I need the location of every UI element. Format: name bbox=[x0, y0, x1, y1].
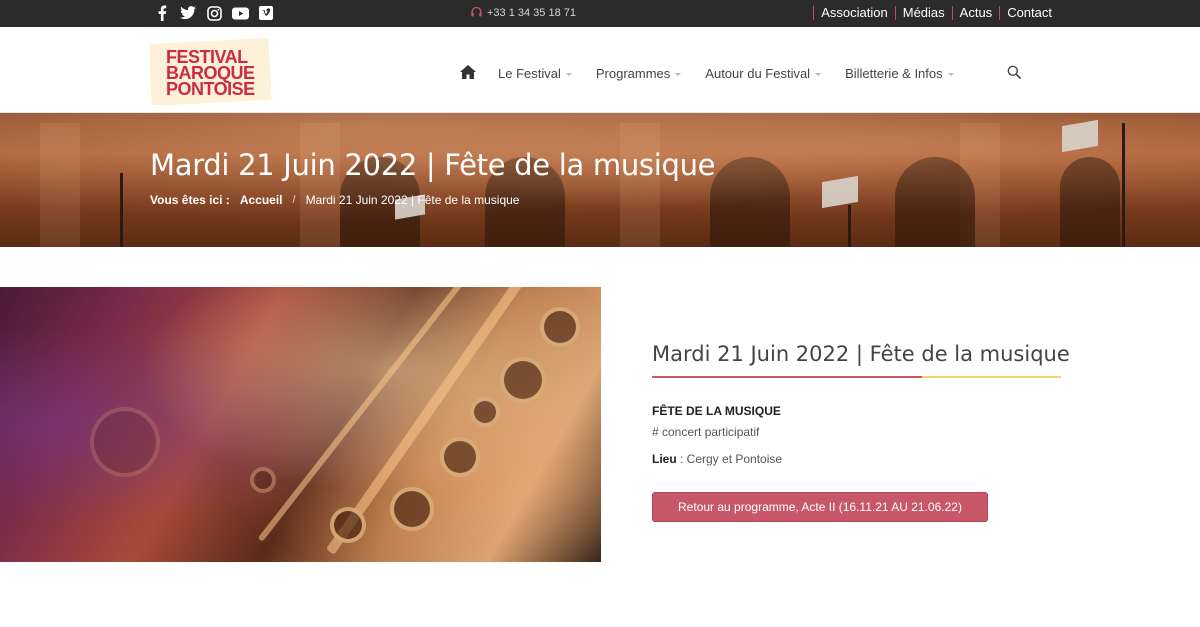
nav-autour-du-festival[interactable]: Autour du Festival bbox=[705, 66, 822, 81]
instagram-icon[interactable] bbox=[205, 4, 223, 22]
chevron-down-icon bbox=[947, 72, 954, 76]
event-place-label: Lieu bbox=[652, 452, 677, 466]
facebook-icon[interactable] bbox=[153, 4, 171, 22]
youtube-icon[interactable] bbox=[231, 4, 249, 22]
chevron-down-icon bbox=[675, 72, 682, 76]
top-links: Association Médias Actus Contact bbox=[806, 5, 1052, 20]
event-heading: FÊTE DE LA MUSIQUE bbox=[652, 404, 781, 418]
search-icon[interactable] bbox=[1007, 65, 1023, 81]
breadcrumb: Vous êtes ici : Accueil / Mardi 21 Juin … bbox=[150, 193, 519, 207]
breadcrumb-label: Vous êtes ici : bbox=[150, 193, 230, 207]
home-icon[interactable] bbox=[460, 65, 476, 81]
event-title: Mardi 21 Juin 2022 | Fête de la musique bbox=[652, 342, 1070, 366]
title-underline bbox=[652, 376, 1061, 378]
site-logo[interactable]: FESTIVAL BAROQUE PONTOISE bbox=[150, 35, 272, 105]
social-links bbox=[153, 4, 275, 22]
page-title: Mardi 21 Juin 2022 | Fête de la musique bbox=[150, 148, 716, 182]
toplink-contact[interactable]: Contact bbox=[1007, 5, 1052, 20]
twitter-icon[interactable] bbox=[179, 4, 197, 22]
event-place-value: : Cergy et Pontoise bbox=[676, 452, 783, 466]
main-nav: Le Festival Programmes Autour du Festiva… bbox=[460, 65, 978, 81]
phone-number: +33 1 34 35 18 71 bbox=[487, 6, 576, 19]
nav-programmes[interactable]: Programmes bbox=[596, 66, 682, 81]
toplink-medias[interactable]: Médias bbox=[903, 5, 945, 20]
event-photo-saxophone bbox=[0, 287, 601, 562]
site-header: FESTIVAL BAROQUE PONTOISE Le Festival Pr… bbox=[0, 27, 1200, 113]
back-to-program-button[interactable]: Retour au programme, Acte II (16.11.21 A… bbox=[652, 492, 988, 522]
event-tag: # concert participatif bbox=[652, 425, 760, 439]
phone-contact[interactable]: +33 1 34 35 18 71 bbox=[470, 6, 576, 19]
nav-billetterie-infos[interactable]: Billetterie & Infos bbox=[845, 66, 954, 81]
headset-icon bbox=[470, 6, 483, 19]
page-banner: Mardi 21 Juin 2022 | Fête de la musique … bbox=[0, 113, 1200, 247]
toplink-association[interactable]: Association bbox=[821, 5, 887, 20]
breadcrumb-separator: / bbox=[292, 194, 296, 206]
nav-le-festival[interactable]: Le Festival bbox=[498, 66, 572, 81]
breadcrumb-current: Mardi 21 Juin 2022 | Fête de la musique bbox=[305, 193, 520, 207]
toplink-actus[interactable]: Actus bbox=[960, 5, 993, 20]
chevron-down-icon bbox=[565, 72, 572, 76]
logo-line-3: PONTOISE bbox=[166, 79, 255, 99]
event-place: Lieu : Cergy et Pontoise bbox=[652, 452, 782, 466]
vimeo-icon[interactable] bbox=[257, 4, 275, 22]
chevron-down-icon bbox=[815, 72, 822, 76]
top-bar: +33 1 34 35 18 71 Association Médias Act… bbox=[0, 0, 1200, 27]
breadcrumb-home-link[interactable]: Accueil bbox=[240, 193, 283, 207]
